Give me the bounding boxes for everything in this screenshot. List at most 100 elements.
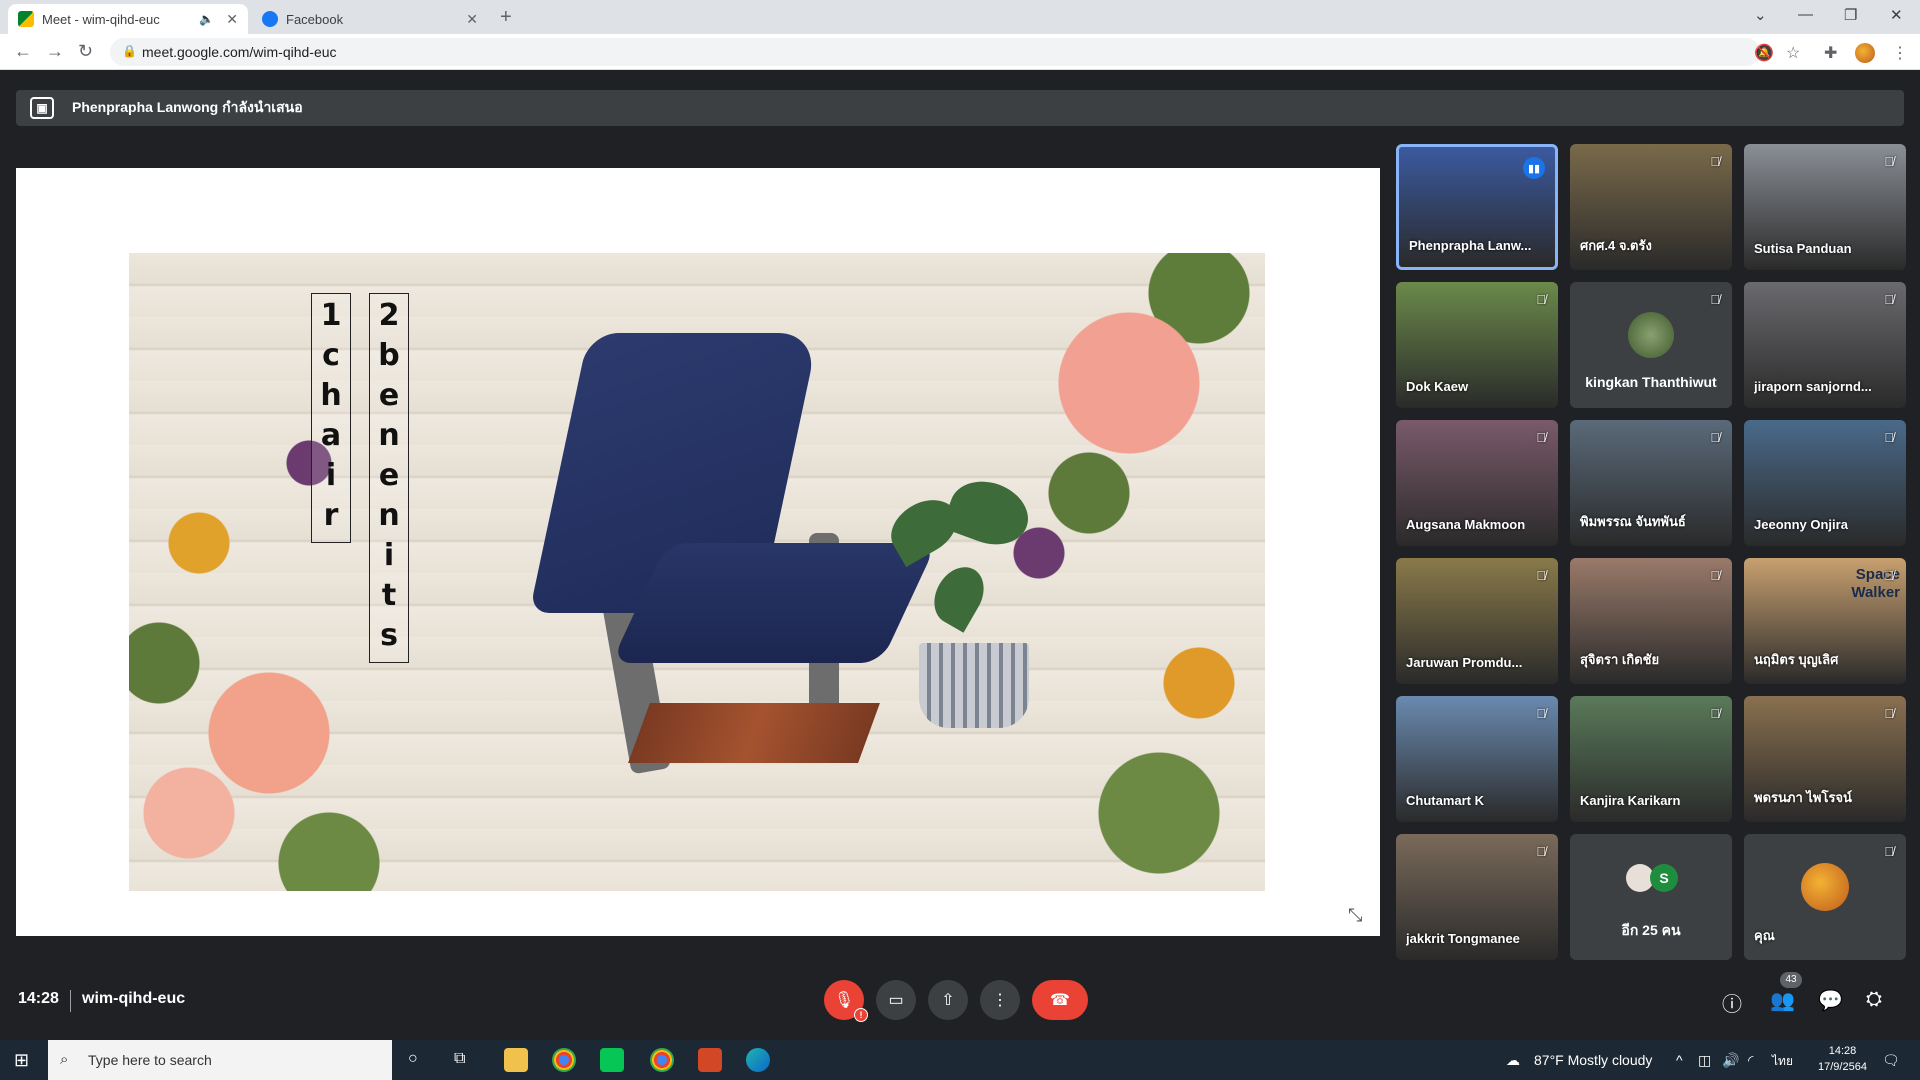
windows-taskbar: ⊞ ⌕ Type here to search ○ ⧉ ☁ 87°F Mostl…: [0, 1040, 1920, 1080]
microphone-button[interactable]: 🎙 !: [824, 980, 868, 1022]
participant-tile[interactable]: สุจิตรา เกิดชัย 🎙̸: [1570, 558, 1732, 684]
participant-tile[interactable]: พิมพรรณ จันทพันธ์ 🎙̸: [1570, 420, 1732, 546]
chat-icon[interactable]: 💬: [1818, 988, 1843, 1013]
tab-facebook[interactable]: Facebook ✕: [252, 4, 488, 34]
hangup-icon: ☎: [1050, 992, 1070, 1009]
tray-chevron-icon[interactable]: ^: [1676, 1052, 1683, 1068]
participant-tile[interactable]: Space Walker นฤมิตร บุญเลิศ 🎙̸: [1744, 558, 1906, 684]
lock-icon[interactable]: 🔒: [122, 44, 137, 58]
meeting-time: 14:28: [18, 990, 59, 1007]
language-indicator[interactable]: ไทย: [1772, 1052, 1793, 1071]
collapse-presentation-icon[interactable]: ⤡: [1348, 905, 1362, 926]
participant-name: Jaruwan Promdu...: [1406, 655, 1523, 670]
participant-tile[interactable]: Chutamart K 🎙̸: [1396, 696, 1558, 822]
cortana-icon[interactable]: ○: [408, 1050, 418, 1068]
close-window-button[interactable]: ✕: [1890, 6, 1903, 24]
profile-avatar[interactable]: [1855, 43, 1875, 63]
divider: [70, 990, 71, 1012]
chair-cushion-seat: [611, 543, 937, 663]
present-button[interactable]: ⇧: [928, 980, 968, 1020]
flowers-left-decoration: [129, 343, 409, 891]
mic-muted-icon: 🎙̸: [1536, 844, 1546, 859]
flowers-right-decoration: [999, 253, 1265, 891]
menu-kebab-icon[interactable]: ⋮: [1892, 43, 1908, 63]
edge-icon[interactable]: [746, 1048, 770, 1072]
more-options-button[interactable]: ⋮: [980, 980, 1020, 1020]
volume-icon[interactable]: 🔊: [1722, 1052, 1739, 1069]
slide-image: 1chair 2benenits: [129, 253, 1265, 891]
clock-time: 14:28: [1828, 1045, 1857, 1057]
network-icon[interactable]: ◫: [1698, 1052, 1711, 1069]
participant-name: jakkrit Tongmanee: [1406, 931, 1520, 946]
task-view-icon[interactable]: ⧉: [454, 1050, 465, 1068]
people-count-badge: 43: [1780, 972, 1802, 988]
address-bar[interactable]: meet.google.com/wim-qihd-euc: [110, 38, 1760, 66]
participant-tile[interactable]: jiraporn sanjornd... 🎙̸: [1744, 282, 1906, 408]
chrome-icon[interactable]: [552, 1048, 576, 1072]
participant-tile[interactable]: Kanjira Karikarn 🎙̸: [1570, 696, 1732, 822]
slide-letter: t: [381, 578, 397, 613]
forward-icon[interactable]: →: [46, 41, 64, 62]
mute-site-icon[interactable]: 🔕: [1754, 43, 1774, 63]
bookmark-star-icon[interactable]: ☆: [1786, 43, 1800, 63]
windows-start-icon[interactable]: ⊞: [14, 1050, 29, 1071]
camera-button[interactable]: ▭: [876, 980, 916, 1020]
new-tab-button[interactable]: +: [500, 6, 512, 29]
search-placeholder: Type here to search: [88, 1052, 212, 1068]
file-explorer-icon[interactable]: [504, 1048, 528, 1072]
presenter-banner: ▣ Phenprapha Lanwong กำลังนำเสนอ: [16, 90, 1904, 126]
participant-tile[interactable]: ศกศ.4 จ.ตรัง 🎙̸: [1570, 144, 1732, 270]
powerpoint-icon[interactable]: [698, 1048, 722, 1072]
mic-muted-icon: 🎙̸: [1884, 706, 1894, 721]
participant-tile[interactable]: Sutisa Panduan 🎙̸: [1744, 144, 1906, 270]
participant-tile[interactable]: Jaruwan Promdu... 🎙̸: [1396, 558, 1558, 684]
participant-tile[interactable]: พดรนภา ไพโรจน์ 🎙̸: [1744, 696, 1906, 822]
participant-tile[interactable]: S อีก 25 คน: [1570, 834, 1732, 960]
reload-icon[interactable]: ↻: [78, 41, 93, 62]
participant-tile[interactable]: Phenprapha Lanw... ▮▮: [1396, 144, 1558, 270]
wifi-icon[interactable]: ◜: [1748, 1052, 1753, 1069]
taskbar-search-box[interactable]: ⌕ Type here to search: [48, 1040, 392, 1080]
minimize-button[interactable]: —: [1798, 6, 1813, 23]
presentation-slide: 1chair 2benenits: [16, 168, 1380, 936]
restore-button[interactable]: ❐: [1844, 6, 1857, 24]
present-screen-icon: ⇧: [941, 992, 955, 1009]
participant-tile[interactable]: Jeeonny Onjira 🎙̸: [1744, 420, 1906, 546]
tab-search-icon[interactable]: ⌄: [1754, 6, 1767, 24]
others-initial-avatar: S: [1650, 864, 1678, 892]
mic-off-icon: 🎙: [833, 992, 855, 1009]
extensions-icon[interactable]: ✚: [1824, 43, 1837, 63]
meeting-details-icon[interactable]: ⓘ: [1722, 988, 1742, 1017]
participant-tile[interactable]: kingkan Thanthiwut 🎙̸: [1570, 282, 1732, 408]
participant-tile[interactable]: Augsana Makmoon 🎙̸: [1396, 420, 1558, 546]
activities-icon[interactable]: ⛭: [1866, 988, 1882, 1011]
speaking-indicator-icon: ▮▮: [1523, 157, 1545, 179]
leave-call-button[interactable]: ☎: [1032, 980, 1088, 1020]
mic-muted-icon: 🎙̸: [1884, 568, 1894, 583]
slide-letter: e: [378, 458, 400, 493]
slide-letter: b: [378, 338, 400, 373]
participant-tile[interactable]: jakkrit Tongmanee 🎙̸: [1396, 834, 1558, 960]
camera-icon: ▭: [888, 992, 904, 1009]
taskbar-clock[interactable]: 14:28 17/9/2564: [1818, 1043, 1867, 1075]
meet-favicon-icon: [18, 11, 34, 27]
close-tab-icon[interactable]: ✕: [226, 11, 238, 28]
people-icon[interactable]: 👥: [1770, 988, 1795, 1013]
line-app-icon[interactable]: [600, 1048, 624, 1072]
mic-muted-icon: 🎙̸: [1536, 568, 1546, 583]
clock-date: 17/9/2564: [1818, 1061, 1867, 1073]
slide-letter: r: [323, 498, 339, 533]
notifications-icon[interactable]: 🗨: [1882, 1052, 1900, 1069]
participant-tile[interactable]: คุณ 🎙̸: [1744, 834, 1906, 960]
participant-tile[interactable]: Dok Kaew 🎙̸: [1396, 282, 1558, 408]
weather-text[interactable]: 87°F Mostly cloudy: [1534, 1052, 1652, 1068]
slide-letter: e: [378, 378, 400, 413]
back-icon[interactable]: ←: [14, 41, 32, 62]
slide-letter: c: [322, 338, 340, 373]
participant-avatar: [1628, 311, 1674, 358]
speaker-icon[interactable]: 🔈: [199, 12, 214, 26]
chrome-active-icon[interactable]: [650, 1048, 674, 1072]
weather-icon[interactable]: ☁: [1506, 1052, 1520, 1069]
close-tab-icon[interactable]: ✕: [466, 11, 478, 28]
tab-meet[interactable]: Meet - wim-qihd-euc 🔈 ✕: [8, 4, 248, 34]
